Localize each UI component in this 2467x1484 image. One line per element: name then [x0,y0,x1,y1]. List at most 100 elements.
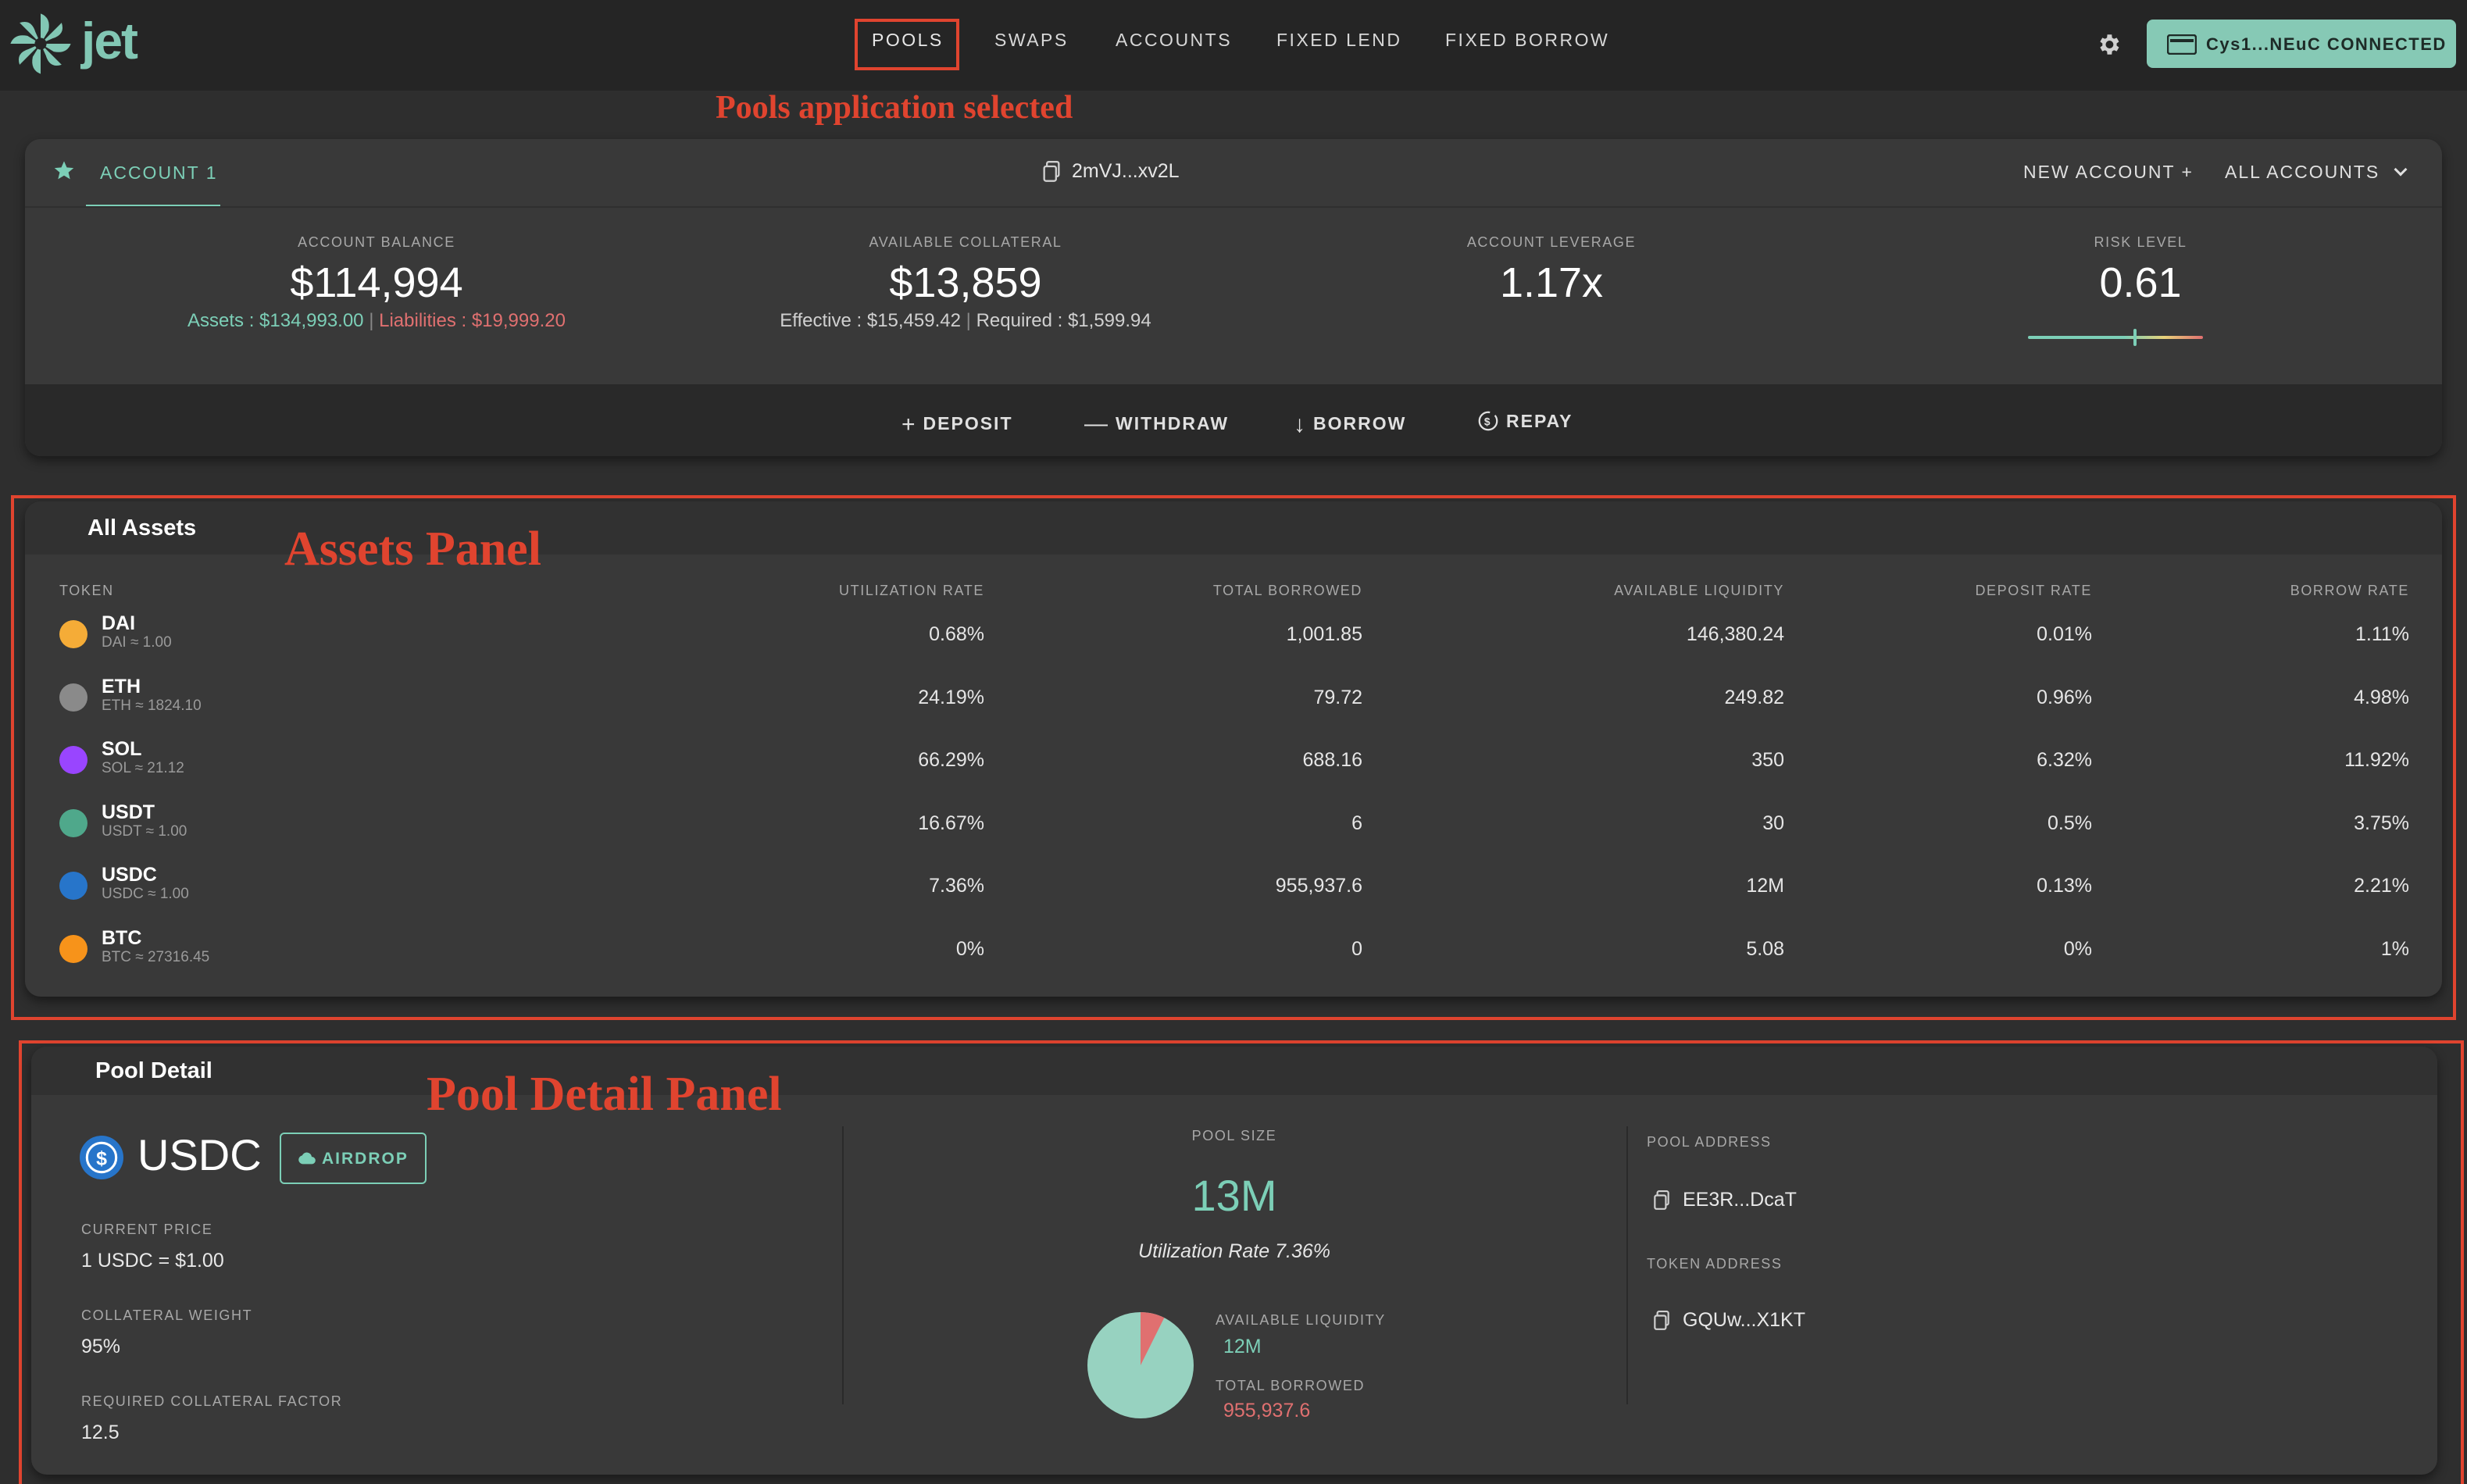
cell-util: 16.67% [918,812,984,834]
risk-level-gauge [2028,329,2203,346]
account-address[interactable]: 2mVJ...xv2L [1072,160,1180,183]
star-icon[interactable] [53,159,75,181]
token-symbol: USDC [102,864,157,886]
withdraw-button[interactable]: — WITHDRAW [1084,409,1229,437]
copy-icon[interactable] [1653,1311,1670,1331]
token-address-label: TOKEN ADDRESS [1647,1256,1783,1272]
cell-borrow: 2.21% [2354,875,2409,897]
cloud-icon [298,1152,316,1165]
required-collateral-factor-value: 12.5 [81,1422,120,1443]
account-balance-block: ACCOUNT BALANCE $114,994 Assets : $134,9… [119,234,634,332]
minus-icon: — [1084,411,1109,437]
account-leverage-block: ACCOUNT LEVERAGE 1.17x [1294,234,1809,307]
cell-borrowed: 688.16 [1302,749,1362,772]
chevron-down-icon [2394,162,2408,177]
top-navigation-bar: jet POOLS SWAPS ACCOUNTS FIXED LEND FIXE… [0,0,2467,91]
pool-address-label: POOL ADDRESS [1647,1134,1772,1150]
usdc-icon: $ [80,1136,123,1179]
cell-liquidity: 12M [1746,875,1784,897]
token-symbol: DAI [102,612,136,634]
account-leverage-label: ACCOUNT LEVERAGE [1466,234,1637,250]
jet-logo-icon[interactable] [8,11,73,77]
nav-fixed-lend[interactable]: FIXED LEND [1276,30,1401,51]
account-balance-value: $114,994 [290,259,463,306]
column-header-token[interactable]: TOKEN [59,583,114,599]
required-collateral: Required : $1,599.94 [976,310,1151,331]
current-price-value: 1 USDC = $1.00 [81,1250,224,1272]
pool-detail-title: Pool Detail [95,1058,212,1083]
cell-borrowed: 0 [1351,938,1362,960]
available-collateral-label: AVAILABLE COLLATERAL [869,234,1062,250]
gear-icon[interactable] [2095,31,2122,58]
column-header-available-liquidity[interactable]: AVAILABLE LIQUIDITY [1519,583,1784,599]
pools-highlight-box [855,19,959,70]
pool-token-symbol: USDC [137,1130,262,1179]
column-header-deposit-rate[interactable]: DEPOSIT RATE [1826,583,2092,599]
pool-size-value: 13M [1191,1171,1277,1220]
cell-deposit: 6.32% [2037,749,2092,772]
account-balance-label: ACCOUNT BALANCE [298,234,455,250]
wallet-connected-button[interactable]: Cys1...NEuC CONNECTED [2147,20,2456,68]
token-price: BTC ≈ 27316.45 [102,949,210,965]
token-price: USDC ≈ 1.00 [102,886,189,903]
total-borrowed-label: TOTAL BORROWED [1216,1378,1366,1393]
column-header-utilization[interactable]: UTILIZATION RATE [719,583,984,599]
nav-swaps[interactable]: SWAPS [994,30,1069,51]
airdrop-button[interactable]: AIRDROP [280,1133,427,1184]
cell-deposit: 0.01% [2037,623,2092,645]
borrow-button[interactable]: ↓ BORROW [1294,409,1406,437]
cell-util: 7.36% [929,875,984,897]
btc-icon [59,935,87,963]
available-liquidity-label: AVAILABLE LIQUIDITY [1216,1312,1386,1328]
utilization-rate-text: Utilization Rate 7.36% [1138,1240,1330,1262]
column-header-total-borrowed[interactable]: TOTAL BORROWED [1097,583,1362,599]
column-header-borrow-rate[interactable]: BORROW RATE [2144,583,2409,599]
annotation-pool-detail-panel: Pool Detail Panel [427,1068,782,1121]
cell-util: 0.68% [929,623,984,645]
pool-size-label: POOL SIZE [1191,1128,1277,1143]
cell-borrowed: 1,001.85 [1286,623,1362,645]
dai-icon [59,620,87,648]
cell-borrowed: 6 [1351,812,1362,834]
all-accounts-dropdown[interactable]: ALL ACCOUNTS [2225,162,2408,183]
account-actions-bar: + DEPOSIT — WITHDRAW ↓ BORROW $ REPAY [25,384,2442,456]
cell-liquidity: 5.08 [1746,938,1784,960]
logo-text[interactable]: jet [81,11,138,70]
annotation-assets-panel: Assets Panel [284,523,541,576]
cell-borrow: 11.92% [2344,749,2409,772]
copy-icon[interactable] [1042,161,1061,183]
cell-liquidity: 249.82 [1724,686,1784,708]
cell-deposit: 0.5% [2048,812,2092,834]
copy-icon[interactable] [1653,1190,1670,1211]
all-accounts-label: ALL ACCOUNTS [2225,162,2380,182]
column-divider [1626,1126,1628,1404]
eth-icon [59,683,87,712]
new-account-button[interactable]: NEW ACCOUNT + [2023,162,2194,183]
available-collateral-block: AVAILABLE COLLATERAL $13,859 Effective :… [708,234,1223,332]
deposit-button[interactable]: + DEPOSIT [901,409,1013,437]
nav-fixed-borrow[interactable]: FIXED BORROW [1445,30,1609,51]
risk-level-block: RISK LEVEL 0.61 [1883,234,2398,307]
risk-level-label: RISK LEVEL [2094,234,2187,250]
annotation-pools-selected: Pools application selected [716,90,1073,126]
cell-util: 66.29% [918,749,984,772]
token-address-value[interactable]: GQUw...X1KT [1683,1309,1805,1332]
svg-text:$: $ [1484,416,1492,428]
cell-borrowed: 79.72 [1313,686,1362,708]
cell-borrow: 1.11% [2355,623,2409,645]
sol-icon [59,746,87,775]
assets-value: Assets : $134,993.00 [187,310,364,331]
token-symbol: BTC [102,927,142,949]
cell-borrow: 4.98% [2354,686,2409,708]
repay-button[interactable]: $ REPAY [1476,409,1573,433]
token-price: SOL ≈ 21.12 [102,760,184,777]
cell-liquidity: 350 [1751,749,1784,772]
pool-address-value[interactable]: EE3R...DcaT [1683,1189,1797,1211]
token-symbol: USDT [102,801,155,823]
repay-icon: $ [1478,411,1498,431]
required-collateral-factor-label: REQUIRED COLLATERAL FACTOR [81,1393,343,1409]
nav-accounts[interactable]: ACCOUNTS [1116,30,1232,51]
utilization-pie-chart [1087,1312,1194,1418]
tab-account-1[interactable]: ACCOUNT 1 [100,162,218,184]
account-card: ACCOUNT 1 2mVJ...xv2L NEW ACCOUNT + ALL … [25,139,2442,456]
